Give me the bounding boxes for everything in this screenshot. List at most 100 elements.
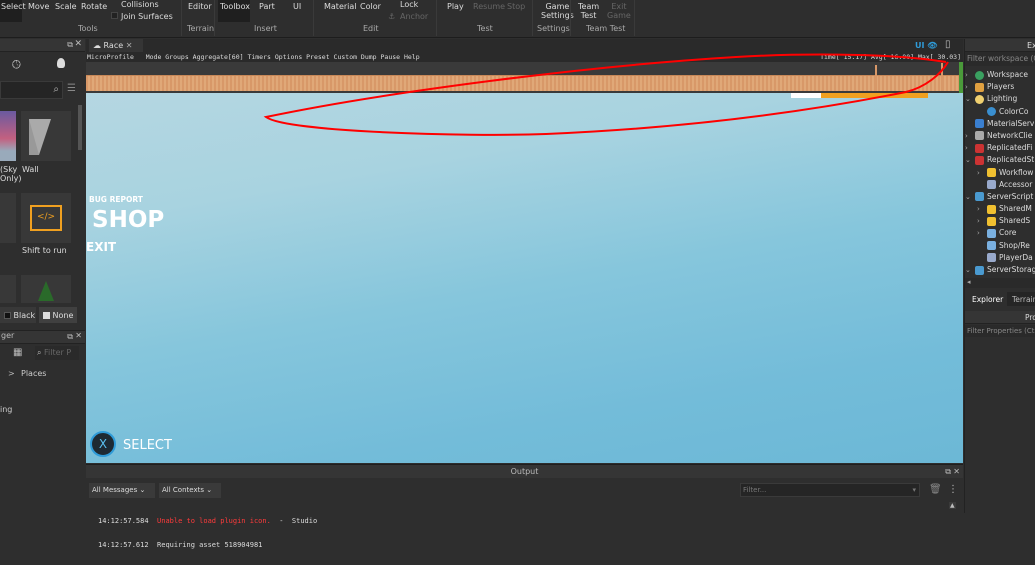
stop-button[interactable]: Stop bbox=[507, 2, 525, 11]
toolbox-item[interactable] bbox=[0, 275, 16, 303]
float-icon[interactable]: ⧉ bbox=[945, 465, 951, 478]
explorer-tabs: Explorer Terrain bbox=[965, 292, 1035, 306]
wall-item[interactable] bbox=[21, 111, 71, 161]
material-button[interactable]: Material bbox=[324, 2, 357, 11]
wall-item-label: Wall bbox=[22, 165, 39, 174]
toolbox-search-input[interactable]: ⌕ bbox=[0, 81, 63, 99]
shift-to-run-label: Shift to run bbox=[22, 246, 67, 255]
tree-item-workflow[interactable]: › Workflow bbox=[965, 167, 1035, 179]
scale-tool[interactable]: Scale bbox=[55, 2, 77, 11]
join-surfaces-checkbox[interactable] bbox=[111, 12, 118, 19]
tab-explorer[interactable]: Explorer bbox=[965, 292, 1007, 306]
breadcrumb-separator: > bbox=[8, 369, 15, 378]
anchor-icon: ⚓ bbox=[388, 12, 396, 21]
close-tab-icon[interactable]: ✕ bbox=[126, 41, 133, 50]
rotate-tool[interactable]: Rotate bbox=[81, 2, 107, 11]
tree-item-networkclient[interactable]: › NetworkClie bbox=[965, 130, 1035, 142]
tree-item-core[interactable]: › Core bbox=[965, 227, 1035, 239]
viewport[interactable]: MicroProfile Mode Groups Aggregate[60] T… bbox=[86, 52, 963, 463]
background-black-button[interactable]: Black bbox=[0, 307, 36, 323]
exit-game-button[interactable]: Exit Game bbox=[607, 2, 631, 20]
tree-item-playerdata[interactable]: PlayerDa bbox=[965, 252, 1035, 264]
game-settings-button[interactable]: Game Settings bbox=[541, 2, 574, 20]
team-test-button[interactable]: Team Test bbox=[578, 2, 599, 20]
explorer-tree: › Workspace › Players ⌄ Lighting ColorCo Ma… bbox=[965, 66, 1035, 276]
group-settings-label: Settings bbox=[537, 24, 570, 33]
messages-filter-dropdown[interactable]: All Messages ⌄ bbox=[89, 483, 155, 498]
resume-button[interactable]: Resume bbox=[473, 2, 505, 11]
contexts-filter-dropdown[interactable]: All Contexts ⌄ bbox=[159, 483, 221, 498]
breadcrumb-places[interactable]: Places bbox=[21, 369, 46, 378]
output-filter-input[interactable]: Filter... ▾ bbox=[740, 483, 920, 497]
tab-race[interactable]: ☁ Race ✕ bbox=[89, 39, 143, 52]
toolbox-scrollbar[interactable] bbox=[78, 105, 82, 150]
dropdown-arrow-icon: ▾ bbox=[912, 486, 916, 494]
eye-icon: 👁︎ bbox=[927, 41, 938, 50]
float-icon[interactable]: ⧉ bbox=[67, 40, 73, 50]
lock-button[interactable]: Lock bbox=[400, 0, 418, 9]
script-code-icon: </> bbox=[30, 205, 62, 231]
output-title: Output bbox=[510, 467, 539, 476]
close-icon[interactable]: ✕ bbox=[75, 331, 82, 340]
group-team-test-label: Team Test bbox=[586, 24, 626, 33]
asset-list-item[interactable]: ing bbox=[0, 405, 12, 414]
background-none-button[interactable]: None bbox=[39, 307, 77, 323]
tree-item-replicatedstorage[interactable]: ⌄ ReplicatedSt bbox=[965, 154, 1035, 166]
tree-item-materialservice[interactable]: MaterialServ bbox=[965, 118, 1035, 130]
toolbox-button[interactable]: Toolbox bbox=[220, 2, 250, 11]
tree-item-sharedm[interactable]: › SharedM bbox=[965, 203, 1035, 215]
tree-item-serverscriptservice[interactable]: ⌄ ServerScript bbox=[965, 191, 1035, 203]
ui-visibility-toggle[interactable]: UI 👁︎ bbox=[915, 41, 937, 50]
tree-item-accessory[interactable]: Accessor bbox=[965, 179, 1035, 191]
terrain-editor-button[interactable]: Editor bbox=[188, 2, 212, 11]
group-insert-label: Insert bbox=[254, 24, 277, 33]
panel-title: ger bbox=[1, 331, 15, 340]
shift-to-run-item[interactable]: </> bbox=[21, 193, 71, 243]
group-test-label: Test bbox=[477, 24, 493, 33]
sky-item-label: (Sky Only) bbox=[0, 165, 22, 183]
tree-item-lighting[interactable]: ⌄ Lighting bbox=[965, 93, 1035, 105]
select-tool[interactable]: Select bbox=[1, 2, 26, 11]
asset-filter-input[interactable]: ⌕ Filter P bbox=[35, 346, 79, 360]
ribbon: Select Move Scale Rotate Collisions Join… bbox=[0, 0, 1035, 38]
explorer-panel: Ex Filter workspace (Ctrl ›Workspace ›Pl… bbox=[964, 39, 1035, 513]
float-icon[interactable]: ⧉ bbox=[67, 332, 73, 342]
anchor-button[interactable]: Anchor bbox=[400, 12, 428, 21]
filter-settings-icon[interactable]: ☰ bbox=[67, 83, 76, 94]
tree-item-colorcorrection[interactable]: ColorCo bbox=[965, 106, 1035, 118]
ui-button[interactable]: UI bbox=[293, 2, 301, 11]
play-button[interactable]: Play bbox=[447, 2, 464, 11]
tree-item-replicatedfirst[interactable]: › ReplicatedFi bbox=[965, 142, 1035, 154]
tree-item-players[interactable]: › Players bbox=[965, 81, 1035, 93]
horizontal-scrollbar[interactable]: ◂ bbox=[965, 278, 1035, 288]
close-icon[interactable]: ✕ bbox=[74, 39, 82, 49]
close-icon[interactable]: ✕ bbox=[953, 465, 960, 478]
christmas-tree-item[interactable] bbox=[21, 275, 71, 303]
part-button[interactable]: Part bbox=[259, 2, 275, 11]
tab-terrain[interactable]: Terrain bbox=[1012, 295, 1035, 304]
tree-item-serverstorage[interactable]: ⌄ ServerStorag bbox=[965, 264, 1035, 276]
toolbox-panel: ⧉ ✕ 🕓︎ ⌕ ☰ (Sky Only) Wall </> Shift to ru… bbox=[0, 39, 85, 329]
device-emulator-icon[interactable]: ▯ bbox=[945, 39, 951, 50]
recent-clock-icon[interactable]: 🕓︎ bbox=[12, 58, 21, 72]
collisions-toggle[interactable]: Collisions bbox=[121, 0, 159, 9]
toolbox-item[interactable] bbox=[0, 193, 16, 243]
red-annotation-circle bbox=[263, 53, 949, 136]
group-terrain-label: Terrain bbox=[187, 24, 215, 33]
group-edit-label: Edit bbox=[363, 24, 379, 33]
clear-output-trash-icon[interactable]: 🗑︎ bbox=[929, 484, 942, 495]
search-icon: ⌕ bbox=[53, 84, 59, 95]
tree-item-shareds[interactable]: › SharedS bbox=[965, 215, 1035, 227]
properties-filter-input[interactable]: Filter Properties (Ctrl bbox=[965, 325, 1035, 337]
tree-item-workspace[interactable]: › Workspace bbox=[965, 69, 1035, 81]
more-options-icon[interactable]: ⋮ bbox=[948, 484, 958, 495]
explorer-filter-input[interactable]: Filter workspace (Ctrl bbox=[965, 52, 1035, 66]
tree-item-shop[interactable]: Shop/Re bbox=[965, 240, 1035, 252]
scroll-up-icon[interactable]: ▲ bbox=[949, 502, 956, 509]
sky-item-thumbnail[interactable] bbox=[0, 111, 16, 161]
color-button[interactable]: Color bbox=[360, 2, 381, 11]
explorer-title: Ex bbox=[965, 39, 1035, 52]
grid-view-icon[interactable]: ▦ bbox=[13, 347, 22, 358]
lightbulb-icon[interactable] bbox=[57, 58, 65, 68]
move-tool[interactable]: Move bbox=[28, 2, 49, 11]
